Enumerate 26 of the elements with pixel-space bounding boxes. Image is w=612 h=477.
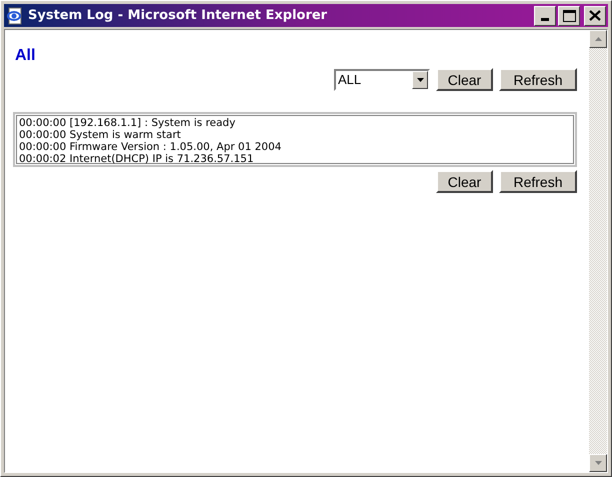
clear-button[interactable]: Clear [436,68,493,91]
browser-page-icon [6,6,24,24]
log-line: 00:00:02 Internet(DHCP) IP is 71.236.57.151 [19,153,254,165]
refresh-button[interactable]: Refresh [499,170,577,193]
dropdown-arrow-icon [416,78,424,82]
log-line: 00:00:00 [192.168.1.1] : System is ready [19,117,236,129]
refresh-button[interactable]: Refresh [499,68,577,91]
up-arrow-icon [594,37,602,41]
minimize-button[interactable] [534,6,556,26]
dropdown-arrow-button[interactable] [412,71,428,89]
vertical-scrollbar[interactable] [589,30,607,472]
close-icon [589,10,601,21]
down-arrow-icon [594,461,602,465]
maximize-icon [562,10,576,22]
filter-dropdown[interactable]: ALL [334,69,430,91]
dropdown-value: ALL [337,71,362,90]
page-heading: All [14,46,36,66]
clear-button[interactable]: Clear [436,170,493,193]
log-line: 00:00:00 Firmware Version : 1.05.00, Apr 01 2004 [19,141,282,153]
scroll-up-button[interactable] [589,30,607,48]
close-button[interactable] [584,6,606,26]
minimize-icon [541,18,549,20]
window-title: System Log - Microsoft Internet Explorer [28,6,328,25]
scroll-down-button[interactable] [589,454,607,472]
log-line: 00:00:00 System is warm start [19,129,181,141]
maximize-button[interactable] [558,6,580,26]
